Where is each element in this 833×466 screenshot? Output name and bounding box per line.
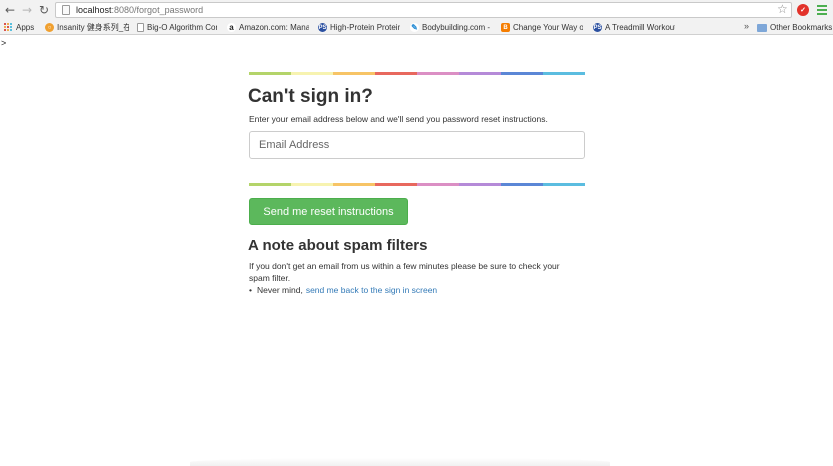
stray-caret-text: > xyxy=(1,38,7,48)
blogger-icon: B xyxy=(501,23,510,32)
rainbow-divider-bottom xyxy=(249,183,585,186)
ps-icon: PS xyxy=(318,23,327,32)
orange-globe-icon: ○ xyxy=(45,23,54,32)
forward-arrow-icon[interactable]: → xyxy=(19,0,35,20)
intro-text: Enter your email address below and we'll… xyxy=(249,114,548,124)
spam-note-title: A note about spam filters xyxy=(248,237,428,254)
page-icon xyxy=(137,23,144,32)
address-bar[interactable]: localhost:8080/forgot_password xyxy=(55,2,792,18)
back-arrow-icon[interactable]: ← xyxy=(2,0,18,20)
url-path: :8080/forgot_password xyxy=(111,5,204,15)
amazon-icon: a xyxy=(227,23,236,32)
other-bookmarks[interactable]: Other Bookmarks xyxy=(757,21,832,34)
ps-icon: PS xyxy=(593,23,602,32)
bookmark-high-protein[interactable]: PS High-Protein Protein... xyxy=(318,21,400,34)
email-field[interactable] xyxy=(249,131,585,159)
bookmark-big-o[interactable]: Big-O Algorithm Com... xyxy=(137,21,217,34)
spam-note-text: If you don't get an email from us within… xyxy=(249,261,560,283)
send-reset-instructions-button[interactable]: Send me reset instructions xyxy=(249,198,408,225)
page-icon xyxy=(62,5,70,15)
more-bookmarks-chevron[interactable]: » xyxy=(744,21,749,31)
bookmark-insanity[interactable]: ○ Insanity 健身系列_在... xyxy=(45,21,129,34)
bookmark-amazon[interactable]: a Amazon.com: Manag... xyxy=(227,21,309,34)
back-to-sign-in-link[interactable]: send me back to the sign in screen xyxy=(306,285,437,295)
extension-icon[interactable]: ✓ xyxy=(797,4,809,16)
bullet-icon: • xyxy=(249,285,252,295)
never-mind-text: Never mind, xyxy=(256,285,303,295)
bodybuilding-icon: ✎ xyxy=(410,23,419,32)
chrome-menu-icon[interactable] xyxy=(817,4,827,16)
list-item: • Never mind, send me back to the sign i… xyxy=(249,285,437,295)
url-host: localhost xyxy=(76,5,112,15)
bookmark-star-icon[interactable]: ☆ xyxy=(777,2,788,16)
apps-grid-icon xyxy=(4,23,13,32)
bookmark-treadmill[interactable]: PS A Treadmill Workout... xyxy=(593,21,675,34)
page-title: Can't sign in? xyxy=(248,86,373,107)
bookmark-bodybuilding[interactable]: ✎ Bodybuilding.com - ... xyxy=(410,21,492,34)
bookmark-apps[interactable]: Apps xyxy=(4,21,34,34)
rainbow-divider-top xyxy=(249,72,585,75)
reload-icon[interactable]: ↻ xyxy=(36,0,52,20)
folder-icon xyxy=(757,23,767,32)
browser-toolbar: ← → ↻ localhost:8080/forgot_password ☆ ✓ xyxy=(0,0,833,20)
bookmark-change-your-way[interactable]: B Change Your Way of... xyxy=(501,21,583,34)
bookmarks-bar: Apps ○ Insanity 健身系列_在... Big-O Algorith… xyxy=(0,20,833,35)
bottom-shadow xyxy=(190,458,610,466)
